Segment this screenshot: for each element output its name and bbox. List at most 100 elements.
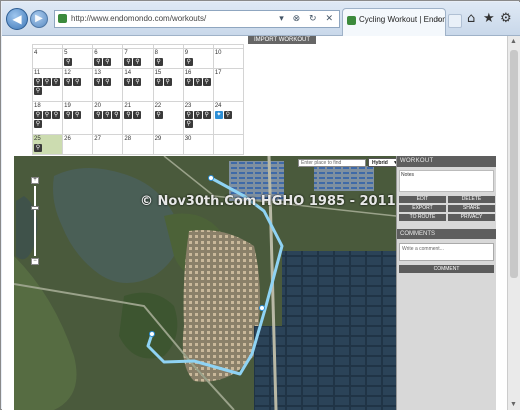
map-search-input[interactable]: Enter place to find	[298, 159, 366, 167]
cycling-workout-icon[interactable]: ⚲	[133, 111, 142, 119]
cycling-workout-icon[interactable]: ⚲	[154, 111, 163, 119]
route-km-marker[interactable]	[259, 305, 265, 311]
zoom-control[interactable]: + −	[28, 176, 42, 266]
calendar-day-cell[interactable]: 7 ⚲ ⚲	[122, 48, 154, 69]
zoom-in-button[interactable]: +	[31, 177, 39, 184]
cycling-workout-icon[interactable]: ⚲	[133, 58, 142, 66]
address-bar[interactable]: http://www.endomondo.com/workouts/ ▾ ⊗ ↻…	[54, 10, 340, 28]
cycling-workout-icon[interactable]: ⚲	[202, 78, 211, 86]
zoom-slider-knob[interactable]	[31, 206, 39, 210]
calendar-day-cell[interactable]: 10	[212, 48, 245, 69]
delete-button[interactable]: DELETE	[448, 196, 495, 203]
favorites-star-icon[interactable]: ★	[483, 10, 495, 28]
cycling-workout-icon[interactable]: ⚲	[34, 144, 42, 152]
calendar-day-cell[interactable]: 15 ⚲ ⚲	[152, 68, 184, 102]
calendar-day-cell[interactable]: 28	[122, 134, 154, 155]
forward-button[interactable]: ▶	[30, 10, 48, 28]
calendar-day-cell[interactable]: 16 ⚲ ⚲ ⚲	[182, 68, 214, 102]
cycling-workout-icon[interactable]: ⚲	[103, 111, 112, 119]
comment-input[interactable]: Write a comment...	[399, 243, 494, 261]
new-tab-button[interactable]	[448, 14, 462, 28]
comment-button[interactable]: COMMENT	[399, 265, 494, 273]
calendar-day-cell[interactable]: 26	[62, 134, 94, 155]
scroll-down-icon[interactable]: ▼	[510, 401, 517, 408]
cycling-workout-icon[interactable]: ⚲	[124, 58, 133, 66]
cycling-workout-icon[interactable]: ⚲	[124, 78, 133, 86]
cycling-workout-icon[interactable]: ⚲	[73, 111, 82, 119]
cycling-workout-icon[interactable]: ⚲	[184, 58, 193, 66]
cycling-workout-icon[interactable]: ⚲	[193, 111, 202, 119]
cycling-workout-icon[interactable]: ⚲	[112, 111, 121, 119]
calendar-day-cell[interactable]: 22 ⚲	[152, 101, 184, 135]
calendar-day-cell[interactable]: 20 ⚲ ⚲ ⚲	[92, 101, 124, 135]
calendar-day-cell[interactable]: 12 ⚲ ⚲	[62, 68, 94, 102]
cycling-workout-icon[interactable]: ⚲	[202, 111, 211, 119]
cycling-workout-icon[interactable]: ⚲	[103, 58, 112, 66]
map-type-select[interactable]: Hybrid ▼	[368, 158, 396, 167]
cycling-workout-icon[interactable]: ⚲	[94, 78, 103, 86]
cycling-workout-icon[interactable]: ⚲	[184, 111, 193, 119]
calendar-day-cell[interactable]: 18 ⚲ ⚲ ⚲ ⚲	[31, 101, 64, 135]
cycling-workout-icon[interactable]: ⚲	[154, 58, 163, 66]
notes-field[interactable]: Notes	[399, 170, 494, 192]
cycling-workout-icon[interactable]: ⚲	[52, 78, 60, 86]
cycling-workout-icon[interactable]: ⚲	[133, 78, 142, 86]
export-button[interactable]: EXPORT	[399, 205, 446, 212]
cycling-workout-icon[interactable]: ⚲	[64, 78, 73, 86]
calendar-day-cell[interactable]: 4	[31, 48, 64, 69]
cycling-workout-icon[interactable]: ⚲	[124, 111, 133, 119]
calendar-day-cell[interactable]: 8 ⚲	[152, 48, 184, 69]
vertical-scrollbar[interactable]: ▲ ▼	[507, 36, 520, 410]
cycling-workout-icon[interactable]: ⚲	[64, 111, 73, 119]
calendar-day-cell[interactable]: 6 ⚲ ⚲	[92, 48, 124, 69]
import-workout-button[interactable]: IMPORT WORKOUT	[248, 36, 316, 44]
cycling-workout-icon[interactable]: ⚲	[34, 120, 42, 128]
settings-gear-icon[interactable]: ⚙	[500, 10, 512, 28]
tab-cycling-workout[interactable]: Cycling Workout | Endomo... ×	[342, 8, 446, 36]
cycling-workout-icon[interactable]: ⚲	[154, 78, 163, 86]
running-workout-icon[interactable]: ✦	[214, 111, 223, 119]
back-button[interactable]: ◀	[6, 8, 28, 30]
edit-button[interactable]: EDIT	[399, 196, 446, 203]
calendar-day-cell[interactable]: 17	[212, 68, 245, 102]
scrollbar-thumb[interactable]	[510, 50, 518, 278]
calendar-day-cell[interactable]: 11 ⚲ ⚲ ⚲ ⚲	[31, 68, 64, 102]
calendar-day-cell[interactable]: 25 ⚲	[31, 134, 64, 155]
cycling-workout-icon[interactable]: ⚲	[34, 111, 42, 119]
zoom-slider[interactable]	[31, 186, 39, 256]
cycling-workout-icon[interactable]: ⚲	[64, 58, 73, 66]
home-icon[interactable]: ⌂	[467, 10, 475, 28]
share-button[interactable]: SHARE	[448, 205, 495, 212]
cycling-workout-icon[interactable]: ⚲	[43, 111, 51, 119]
cycling-workout-icon[interactable]: ⚲	[103, 78, 112, 86]
cycling-workout-icon[interactable]: ⚲	[184, 78, 193, 86]
calendar-day-cell[interactable]: 27	[92, 134, 124, 155]
cycling-workout-icon[interactable]: ⚲	[52, 111, 60, 119]
cycling-workout-icon[interactable]: ⚲	[163, 78, 172, 86]
scroll-up-icon[interactable]: ▲	[510, 38, 517, 45]
calendar-day-cell[interactable]: 9 ⚲	[182, 48, 214, 69]
cycling-workout-icon[interactable]: ⚲	[73, 78, 82, 86]
close-tab-icon[interactable]: ×	[436, 15, 441, 24]
privacy-button[interactable]: PRIVACY	[448, 214, 495, 221]
calendar-day-cell[interactable]: 13 ⚲ ⚲	[92, 68, 124, 102]
cycling-workout-icon[interactable]: ⚲	[94, 111, 103, 119]
cycling-workout-icon[interactable]: ⚲	[223, 111, 232, 119]
cycling-workout-icon[interactable]: ⚲	[34, 87, 42, 95]
cycling-workout-icon[interactable]: ⚲	[184, 120, 193, 128]
calendar-day-cell[interactable]: 24 ✦ ⚲	[212, 101, 245, 135]
cycling-workout-icon[interactable]: ⚲	[94, 58, 103, 66]
route-end-marker[interactable]	[149, 331, 155, 337]
calendar-day-cell[interactable]: 21 ⚲ ⚲	[122, 101, 154, 135]
calendar-day-cell[interactable]: 30	[182, 134, 214, 155]
route-map[interactable]: Title-SportCycling, transportStart TimeA…	[14, 156, 396, 410]
calendar-day-cell[interactable]: 5 ⚲	[62, 48, 94, 69]
calendar-day-cell[interactable]: 14 ⚲ ⚲	[122, 68, 154, 102]
cycling-workout-icon[interactable]: ⚲	[193, 78, 202, 86]
calendar-day-cell[interactable]: 23 ⚲ ⚲ ⚲ ⚲	[182, 101, 214, 135]
to-route-button[interactable]: TO ROUTE	[399, 214, 446, 221]
zoom-out-button[interactable]: −	[31, 258, 39, 265]
route-start-marker[interactable]	[208, 175, 214, 181]
calendar-day-cell[interactable]: 29	[152, 134, 184, 155]
calendar-day-cell[interactable]: 19 ⚲ ⚲	[62, 101, 94, 135]
